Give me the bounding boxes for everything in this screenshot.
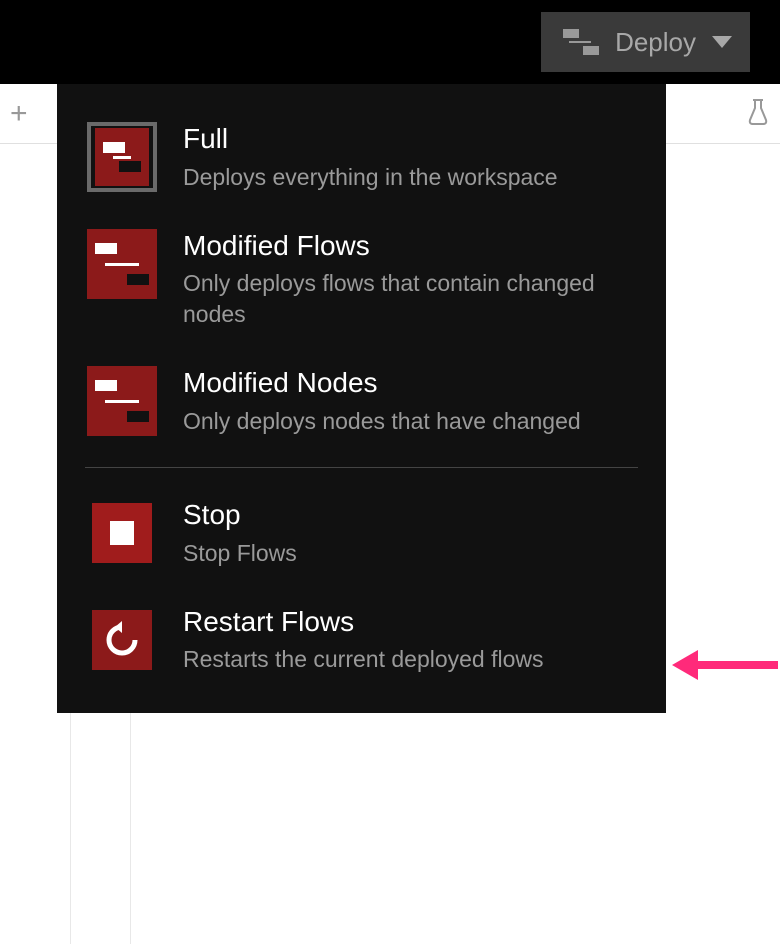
menu-item-desc: Stop Flows xyxy=(183,538,636,569)
pointer-arrow-icon xyxy=(670,640,780,695)
flask-icon[interactable] xyxy=(746,98,770,131)
menu-item-stop[interactable]: Stop Stop Flows xyxy=(57,480,666,587)
menu-item-restart[interactable]: Restart Flows Restarts the current deplo… xyxy=(57,587,666,694)
top-header: Deploy xyxy=(0,0,780,84)
menu-item-modified-flows[interactable]: Modified Flows Only deploys flows that c… xyxy=(57,211,666,349)
deploy-dropdown-menu: Full Deploys everything in the workspace… xyxy=(57,84,666,713)
deploy-modified-nodes-icon xyxy=(87,366,157,436)
menu-item-title: Modified Nodes xyxy=(183,366,636,400)
menu-item-title: Full xyxy=(183,122,636,156)
restart-icon xyxy=(87,605,157,675)
deploy-button[interactable]: Deploy xyxy=(541,12,750,72)
stop-icon xyxy=(87,498,157,568)
chevron-down-icon[interactable] xyxy=(712,36,732,48)
menu-item-desc: Only deploys nodes that have changed xyxy=(183,406,636,437)
menu-item-title: Stop xyxy=(183,498,636,532)
menu-item-title: Modified Flows xyxy=(183,229,636,263)
deploy-button-label: Deploy xyxy=(615,27,696,58)
menu-divider xyxy=(85,467,638,468)
menu-item-modified-nodes[interactable]: Modified Nodes Only deploys nodes that h… xyxy=(57,348,666,455)
deploy-modified-flows-icon xyxy=(87,229,157,299)
menu-item-desc: Only deploys flows that contain changed … xyxy=(183,268,636,330)
add-tab-icon[interactable]: + xyxy=(10,99,28,129)
menu-item-desc: Deploys everything in the workspace xyxy=(183,162,636,193)
deploy-full-icon xyxy=(87,122,157,192)
menu-item-title: Restart Flows xyxy=(183,605,636,639)
deploy-icon xyxy=(559,29,599,55)
menu-item-desc: Restarts the current deployed flows xyxy=(183,644,636,675)
menu-item-full[interactable]: Full Deploys everything in the workspace xyxy=(57,104,666,211)
